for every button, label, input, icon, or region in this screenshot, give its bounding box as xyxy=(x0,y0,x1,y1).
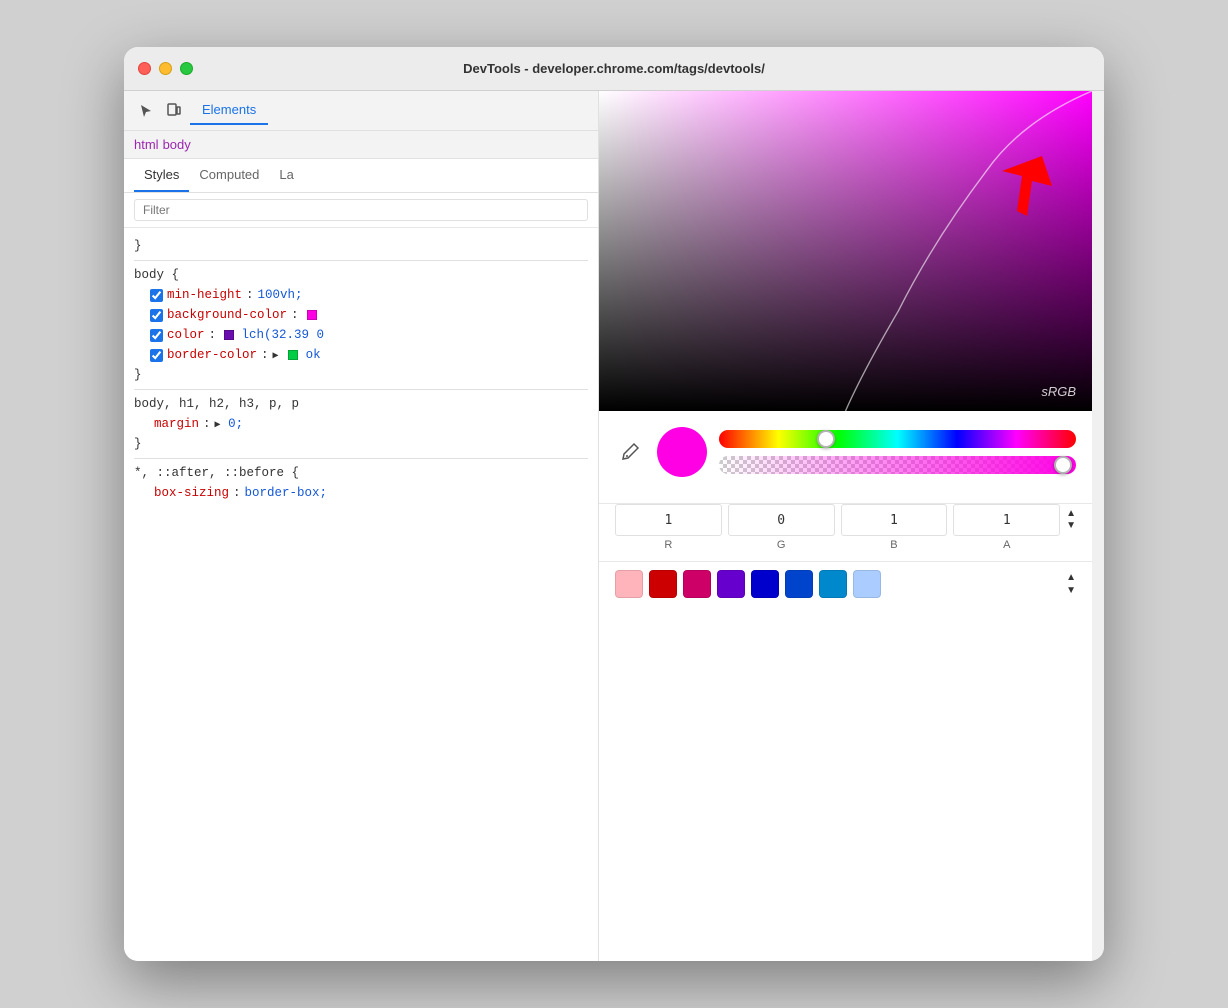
rgba-field-b: 1 B xyxy=(841,504,948,551)
scrollbar[interactable] xyxy=(1092,91,1104,961)
css-rule-margin: margin : ▶ 0; xyxy=(134,414,588,434)
maximize-button[interactable] xyxy=(180,62,193,75)
css-rule-background-color: background-color : xyxy=(134,305,588,325)
css-content: } body { min-height : 100vh; background-… xyxy=(124,228,598,961)
sliders-area xyxy=(719,430,1076,474)
swatch-6[interactable] xyxy=(785,570,813,598)
minimize-button[interactable] xyxy=(159,62,172,75)
arrow-up[interactable]: ▲ xyxy=(1066,509,1076,519)
right-panel: sRGB xyxy=(599,91,1092,961)
brace-close-1: } xyxy=(134,236,588,256)
srgb-label: sRGB xyxy=(1041,384,1076,399)
tab-computed[interactable]: Computed xyxy=(189,159,269,192)
label-a: A xyxy=(1003,539,1010,551)
window-title: DevTools - developer.chrome.com/tags/dev… xyxy=(463,61,765,76)
filter-bar xyxy=(124,193,598,228)
checkbox-min-height[interactable] xyxy=(150,289,163,302)
label-g: G xyxy=(777,539,786,551)
checkbox-background-color[interactable] xyxy=(150,309,163,322)
rgba-field-r: 1 R xyxy=(615,504,722,551)
style-tabs: Styles Computed La xyxy=(124,159,598,193)
hue-slider[interactable] xyxy=(719,430,1076,448)
breadcrumb-html[interactable]: html xyxy=(134,137,159,152)
swatch-7[interactable] xyxy=(819,570,847,598)
swatch-8[interactable] xyxy=(853,570,881,598)
arrow-down[interactable]: ▼ xyxy=(1066,521,1076,531)
swatch-2[interactable] xyxy=(649,570,677,598)
input-r[interactable]: 1 xyxy=(615,504,722,536)
input-g[interactable]: 0 xyxy=(728,504,835,536)
swatch-1[interactable] xyxy=(615,570,643,598)
alpha-thumb xyxy=(1054,456,1072,474)
swatch-5[interactable] xyxy=(751,570,779,598)
label-r: R xyxy=(664,539,672,551)
swatch-arrow-up[interactable]: ▲ xyxy=(1066,572,1076,583)
rgba-field-a: 1 A xyxy=(953,504,1060,551)
rgba-inputs: 1 R 0 G 1 B 1 A ▲ ▼ xyxy=(599,504,1092,561)
titlebar: DevTools - developer.chrome.com/tags/dev… xyxy=(124,47,1104,91)
checkbox-border-color[interactable] xyxy=(150,349,163,362)
swatch-arrow-down[interactable]: ▼ xyxy=(1066,585,1076,596)
hue-thumb xyxy=(817,430,835,448)
border-color-swatch[interactable] xyxy=(288,350,298,360)
input-a[interactable]: 1 xyxy=(953,504,1060,536)
eyedropper-button[interactable] xyxy=(615,437,645,467)
brace-close-2: } xyxy=(134,365,588,385)
browser-window: DevTools - developer.chrome.com/tags/dev… xyxy=(124,47,1104,961)
swatch-4[interactable] xyxy=(717,570,745,598)
close-button[interactable] xyxy=(138,62,151,75)
body-h1-selector: body, h1, h2, h3, p, p xyxy=(134,394,588,414)
css-rule-box-sizing: box-sizing : border-box; xyxy=(134,483,588,503)
filter-input[interactable] xyxy=(134,199,588,221)
traffic-lights xyxy=(138,62,193,75)
body-selector: body { xyxy=(134,265,588,285)
css-rule-color: color : lch(32.39 0 xyxy=(134,325,588,345)
css-rule-border-color: border-color : ▶ ok xyxy=(134,345,588,365)
alpha-slider[interactable] xyxy=(719,456,1076,474)
breadcrumb: html body xyxy=(124,131,598,159)
color-controls xyxy=(599,411,1092,504)
swatch-3[interactable] xyxy=(683,570,711,598)
color-swatch[interactable] xyxy=(224,330,234,340)
bg-color-swatch[interactable] xyxy=(307,310,317,320)
tab-elements[interactable]: Elements xyxy=(190,96,268,125)
left-panel: Elements html body Styles Computed La xyxy=(124,91,599,961)
devtools-body: Elements html body Styles Computed La xyxy=(124,91,1104,961)
label-b: B xyxy=(890,539,897,551)
gradient-bg xyxy=(599,91,1092,411)
swatches-row: ▲ ▼ xyxy=(599,561,1092,606)
css-rule-min-height: min-height : 100vh; xyxy=(134,285,588,305)
device-icon[interactable] xyxy=(162,99,186,123)
breadcrumb-body[interactable]: body xyxy=(163,137,191,152)
tab-styles[interactable]: Styles xyxy=(134,159,189,192)
color-preview-circle xyxy=(657,427,707,477)
checkbox-color[interactable] xyxy=(150,329,163,342)
input-b[interactable]: 1 xyxy=(841,504,948,536)
color-gradient[interactable]: sRGB xyxy=(599,91,1092,411)
rgba-arrows: ▲ ▼ xyxy=(1066,509,1076,547)
tab-layout[interactable]: La xyxy=(269,159,303,192)
swatch-arrows: ▲ ▼ xyxy=(1066,572,1076,596)
cursor-icon[interactable] xyxy=(134,99,158,123)
color-row1 xyxy=(615,427,1076,477)
devtools-tabs: Elements xyxy=(124,91,598,131)
brace-close-3: } xyxy=(134,434,588,454)
rgba-field-g: 0 G xyxy=(728,504,835,551)
universal-selector: *, ::after, ::before { xyxy=(134,463,588,483)
